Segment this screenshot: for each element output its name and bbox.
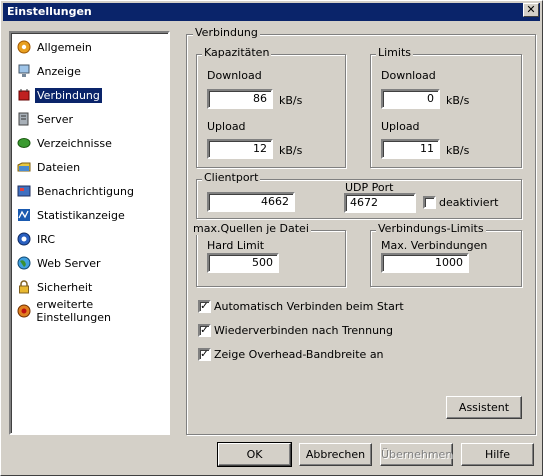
capacities-upload-unit: kB/s [279,144,303,157]
limits-download-input[interactable]: 0 [381,89,440,109]
udp-port-input[interactable]: 4672 [344,193,416,213]
display-icon [16,63,32,79]
sidebar-item-label: IRC [37,232,56,246]
title-bar[interactable]: Einstellungen [3,3,540,21]
sidebar-item-verzeichnisse[interactable]: Verzeichnisse [13,132,168,154]
irc-icon [16,231,32,247]
sidebar-item-statistikanzeige[interactable]: Statistikanzeige [13,204,168,226]
help-button[interactable]: Hilfe [461,443,534,466]
sidebar-item-benachrichtigung[interactable]: Benachrichtigung [13,180,168,202]
wizard-button[interactable]: Assistent [446,396,522,419]
sidebar-item-label: Server [37,112,74,126]
sidebar-item-webserver[interactable]: Web Server [13,252,168,274]
statistics-icon [16,207,32,223]
sidebar-item-label: Verbindung [35,87,102,103]
sidebar-item-label: Sicherheit [37,280,93,294]
sidebar-item-label: Verzeichnisse [37,136,112,150]
udp-disabled-label: deaktiviert [439,196,499,209]
capacities-upload-label: Upload [207,120,246,133]
close-button[interactable]: ✕ [523,3,539,17]
limits-title: Limits [376,46,413,59]
auto-connect-checkbox[interactable]: ✓ [198,300,211,313]
sidebar-item-label: Web Server [37,256,101,270]
sidebar-item-label: Benachrichtigung [37,184,134,198]
files-icon [16,159,32,175]
reconnect-label: Wiederverbinden nach Trennung [214,324,394,337]
capacities-download-input[interactable]: 86 [207,89,273,109]
limits-upload-input[interactable]: 11 [381,139,440,159]
udp-disabled-checkbox[interactable] [423,196,436,209]
globe-icon [16,255,32,271]
max-sources-title: max.Quellen je Datei [191,222,311,235]
max-connections-input[interactable]: 1000 [381,253,469,273]
sidebar-item-allgemein[interactable]: Allgemein [13,36,168,58]
limits-upload-unit: kB/s [446,144,470,157]
limits-download-label: Download [381,69,436,82]
sidebar-item-dateien[interactable]: Dateien [13,156,168,178]
auto-connect-label: Automatisch Verbinden beim Start [214,300,404,313]
lock-icon [16,279,32,295]
clientport-input[interactable]: 4662 [207,192,295,212]
sidebar-item-label: Dateien [37,160,81,174]
reconnect-checkbox[interactable]: ✓ [198,324,211,337]
show-overhead-checkbox[interactable]: ✓ [198,348,211,361]
capacities-upload-input[interactable]: 12 [207,139,273,159]
ok-button[interactable]: OK [217,442,292,467]
capacities-download-unit: kB/s [279,94,303,107]
sidebar-item-irc[interactable]: IRC [13,228,168,250]
sidebar-item-label: Allgemein [37,40,92,54]
window-title: Einstellungen [7,5,92,18]
sidebar-item-sicherheit[interactable]: Sicherheit [13,276,168,298]
sidebar-item-anzeige[interactable]: Anzeige [13,60,168,82]
connection-limits-title: Verbindungs-Limits [376,222,486,235]
settings-window: Einstellungen ✕ Allgemein Anzeige Verbin… [0,0,543,476]
server-icon [16,111,32,127]
max-connections-label: Max. Verbindungen [381,239,488,252]
sidebar-item-label: erweiterte Einstellungen [36,298,111,324]
settings-category-list[interactable]: Allgemein Anzeige Verbindung Server Verz… [9,31,170,435]
capacities-download-label: Download [207,69,262,82]
show-overhead-label: Zeige Overhead-Bandbreite an [214,348,384,361]
sidebar-item-verbindung[interactable]: Verbindung [13,84,168,106]
sidebar-item-label: Statistikanzeige [37,208,125,222]
hard-limit-input[interactable]: 500 [207,253,279,273]
sidebar-item-label: Anzeige [37,64,81,78]
limits-download-unit: kB/s [446,94,470,107]
cancel-button[interactable]: Abbrechen [299,443,372,466]
clientport-title: Clientport [202,171,261,184]
connection-icon [16,87,32,103]
limits-upload-label: Upload [381,120,420,133]
hard-limit-label: Hard Limit [207,239,265,252]
advanced-icon [16,303,31,319]
sidebar-item-erweitert[interactable]: erweiterte Einstellungen [13,298,168,324]
apply-button[interactable]: Übernehmen [380,443,453,466]
folder-icon [16,135,32,151]
connection-group-title: Verbindung [193,26,260,39]
sidebar-item-server[interactable]: Server [13,108,168,130]
capacities-title: Kapazitäten [202,46,272,59]
notification-icon [16,183,32,199]
gear-icon [16,39,32,55]
